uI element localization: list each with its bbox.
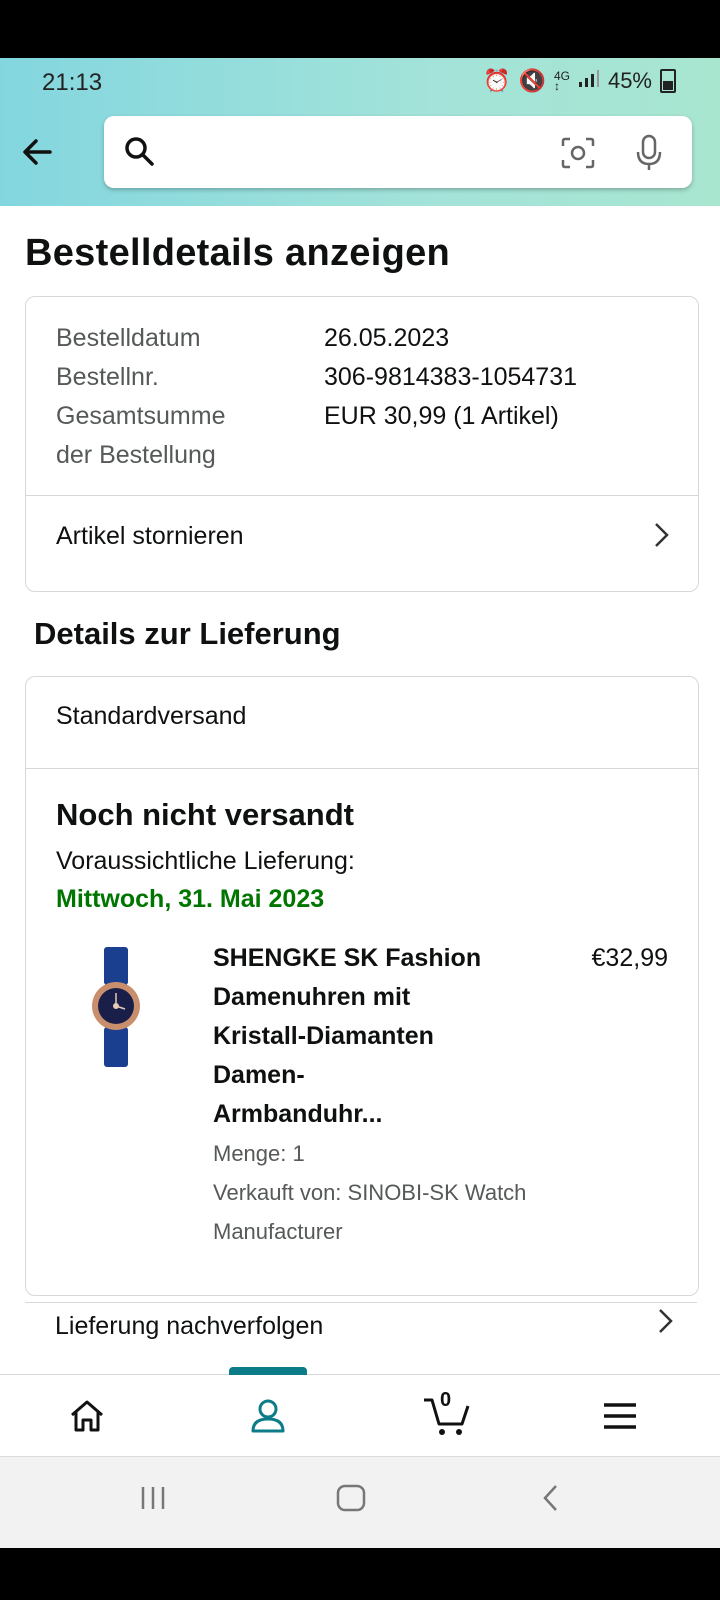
product-seller: Verkauft von: SINOBI-SK Watch (213, 1180, 527, 1205)
order-total-value: EUR 30,99 (1 Artikel) (324, 402, 559, 430)
track-delivery-link[interactable]: Lieferung nachverfolgen (55, 1312, 323, 1341)
alarm-icon: ⏰ (483, 68, 511, 93)
status-time: 21:13 (42, 69, 103, 96)
status-icons: ⏰ 🔇 4G ↕ 45% (483, 68, 676, 94)
menu-icon[interactable] (590, 1393, 650, 1439)
chevron-right-icon (652, 520, 672, 558)
eta-label: Voraussichtliche Lieferung: (56, 847, 355, 875)
system-navigation-bar (0, 1456, 720, 1549)
product-title-line: SHENGKE SK Fashion (213, 944, 482, 972)
bottom-nav: 0 (0, 1367, 720, 1457)
order-summary-card: Bestelldatum 26.05.2023 Bestellnr. 306-9… (25, 296, 699, 592)
delivery-heading: Details zur Lieferung (34, 616, 341, 651)
product-image[interactable] (86, 947, 146, 1067)
shipping-method: Standardversand (56, 702, 247, 730)
active-tab-indicator (229, 1367, 307, 1375)
signal-icon (578, 68, 600, 94)
product-title-line: Armbanduhr... (213, 1100, 383, 1128)
product-price: €32,99 (591, 944, 668, 972)
main-content: Bestelldetails anzeigen Bestelldatum 26.… (0, 206, 720, 1374)
bottom-black-bar (0, 1548, 720, 1600)
cancel-items-label: Artikel stornieren (56, 522, 244, 550)
system-back-icon[interactable] (540, 1483, 562, 1521)
product-title[interactable]: SHENGKE SK Fashion Damenuhren mit Krista… (213, 939, 533, 1134)
order-total-label-line2: der Bestellung (56, 441, 216, 469)
search-icon (122, 134, 158, 175)
back-arrow-icon[interactable] (18, 132, 62, 172)
status-bar: 21:13 ⏰ 🔇 4G ↕ 45% (0, 58, 720, 106)
product-seller-cont: Manufacturer (213, 1219, 343, 1244)
cancel-items-row[interactable]: Artikel stornieren (26, 496, 698, 590)
home-icon[interactable] (57, 1393, 117, 1439)
product-quantity: Menge: 1 (213, 1141, 305, 1166)
cart-icon[interactable]: 0 (418, 1389, 478, 1439)
cart-count: 0 (440, 1389, 452, 1411)
divider (25, 1302, 697, 1303)
top-black-bar (0, 0, 720, 58)
account-icon[interactable] (238, 1393, 298, 1439)
eta-date: Mittwoch, 31. Mai 2023 (56, 885, 325, 913)
order-date-label: Bestelldatum (56, 324, 201, 352)
delivery-card: Standardversand Noch nicht versandt Vora… (25, 676, 699, 1296)
shipment-status: Noch nicht versandt (56, 797, 354, 832)
microphone-icon[interactable] (634, 134, 664, 177)
app-header: 21:13 ⏰ 🔇 4G ↕ 45% (0, 58, 720, 206)
battery-percent: 45% (607, 68, 652, 93)
order-number-label: Bestellnr. (56, 363, 159, 391)
search-bar[interactable] (104, 116, 692, 188)
order-number-value: 306-9814383-1054731 (324, 363, 578, 391)
order-date-value: 26.05.2023 (324, 324, 450, 352)
order-total-label-line1: Gesamtsumme (56, 402, 226, 430)
battery-icon (660, 69, 676, 93)
chevron-right-icon[interactable] (656, 1306, 676, 1344)
divider (26, 768, 698, 769)
camera-scan-icon[interactable] (560, 136, 596, 175)
recent-apps-icon[interactable] (138, 1483, 168, 1521)
product-title-line: Damenuhren mit (213, 983, 411, 1011)
product-title-line: Kristall-Diamanten (213, 1022, 434, 1050)
mute-icon: 🔇 (518, 68, 546, 93)
product-title-line: Damen- (213, 1061, 305, 1089)
home-button-icon[interactable] (335, 1483, 367, 1521)
page-title: Bestelldetails anzeigen (25, 232, 451, 274)
network-4g-icon: 4G ↕ (553, 69, 570, 93)
